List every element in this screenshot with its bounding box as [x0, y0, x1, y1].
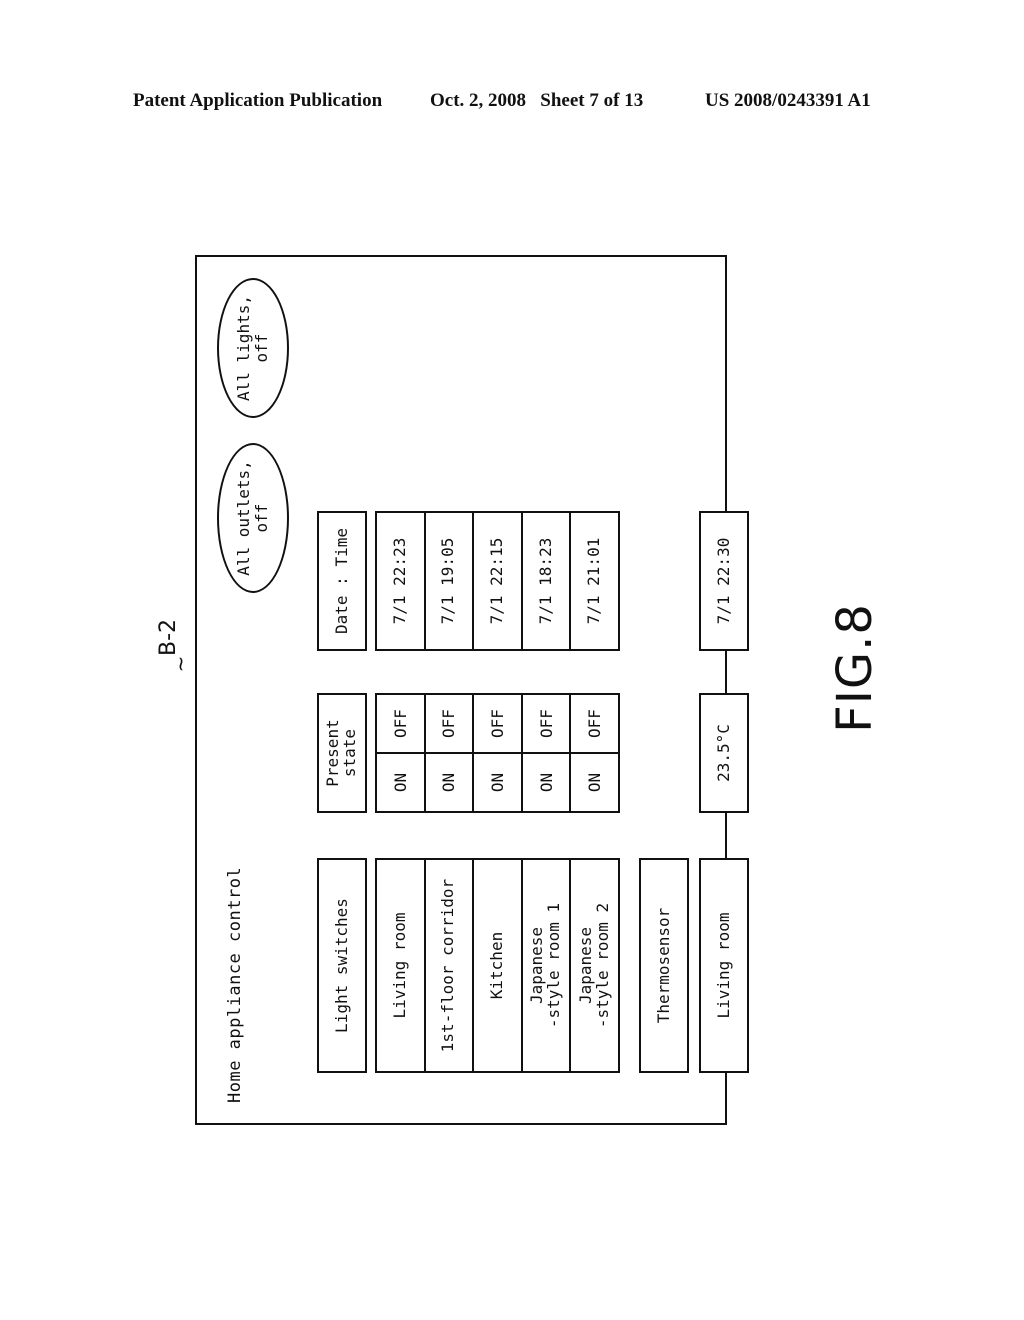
screen-title: Home appliance control — [225, 866, 245, 1103]
room-label: Kitchen — [487, 931, 507, 1000]
datetime-cell: 7/1 19:05 — [423, 513, 473, 649]
room-list: Living room 1st-floor corridor Kitchen J… — [375, 858, 620, 1073]
off-button[interactable]: OFF — [571, 695, 618, 754]
datetime-header: Date : Time — [317, 511, 367, 651]
thermosensor-header: Thermosensor — [639, 858, 689, 1073]
present-state-header: Present state — [317, 693, 367, 813]
state-toggle-row: ON OFF — [423, 695, 473, 811]
room-cell[interactable]: 1st-floor corridor — [423, 860, 473, 1071]
temperature-readout: 23.5°C — [699, 693, 749, 813]
room-label: Living room — [389, 912, 409, 1019]
datetime-cell: 7/1 22:15 — [472, 513, 521, 649]
room-cell[interactable]: Japanese -style room 2 — [569, 860, 618, 1071]
off-button[interactable]: OFF — [425, 695, 473, 754]
thermosensor-room[interactable]: Living room — [699, 858, 749, 1073]
all-outlets-off-button[interactable]: All outlets, off — [217, 443, 289, 593]
state-toggle-row: ON OFF — [472, 695, 521, 811]
figure-label: FIG.8 — [826, 603, 883, 733]
on-button[interactable]: ON — [377, 754, 424, 811]
state-toggle-list: ON OFF ON OFF ON OFF ON OFF ON OFF — [375, 693, 620, 813]
publication-number: US 2008/0243391 A1 — [705, 90, 871, 111]
reference-label: B-2 — [156, 618, 182, 657]
room-label: 1st-floor corridor — [438, 878, 458, 1053]
publication-label: Patent Application Publication — [133, 90, 383, 111]
state-toggle-row: ON OFF — [520, 695, 570, 811]
present-state-header-label: Present state — [323, 719, 359, 787]
reference-leader: ~ — [168, 655, 193, 673]
room-cell[interactable]: Living room — [377, 860, 424, 1071]
room-cell[interactable]: Kitchen — [472, 860, 521, 1071]
all-outlets-off-label: All outlets, off — [234, 460, 271, 576]
off-button[interactable]: OFF — [474, 695, 521, 754]
room-label: Japanese -style room 1 — [527, 902, 564, 1029]
state-toggle-row: ON OFF — [569, 695, 618, 811]
room-cell[interactable]: Japanese -style room 1 — [520, 860, 570, 1071]
on-button[interactable]: ON — [523, 754, 570, 811]
home-appliance-control-screen: Home appliance control Light switches Pr… — [195, 255, 749, 1125]
off-button[interactable]: OFF — [377, 695, 424, 754]
all-lights-off-label: All lights, off — [234, 295, 271, 401]
thermosensor-datetime: 7/1 22:30 — [699, 511, 749, 651]
on-button[interactable]: ON — [426, 754, 473, 811]
on-button[interactable]: ON — [571, 754, 618, 811]
light-switches-header: Light switches — [317, 858, 367, 1073]
room-label: Japanese -style room 2 — [575, 902, 612, 1029]
datetime-list: 7/1 22:23 7/1 19:05 7/1 22:15 7/1 18:23 … — [375, 511, 620, 651]
all-lights-off-button[interactable]: All lights, off — [217, 278, 289, 418]
datetime-cell: 7/1 21:01 — [569, 513, 618, 649]
off-button[interactable]: OFF — [522, 695, 570, 754]
datetime-cell: 7/1 22:23 — [389, 537, 409, 625]
on-button[interactable]: ON — [474, 754, 521, 811]
datetime-cell: 7/1 18:23 — [520, 513, 570, 649]
state-toggle-row: ON OFF — [377, 695, 424, 811]
publication-date-sheet: Oct. 2, 2008 Sheet 7 of 13 — [430, 90, 644, 111]
